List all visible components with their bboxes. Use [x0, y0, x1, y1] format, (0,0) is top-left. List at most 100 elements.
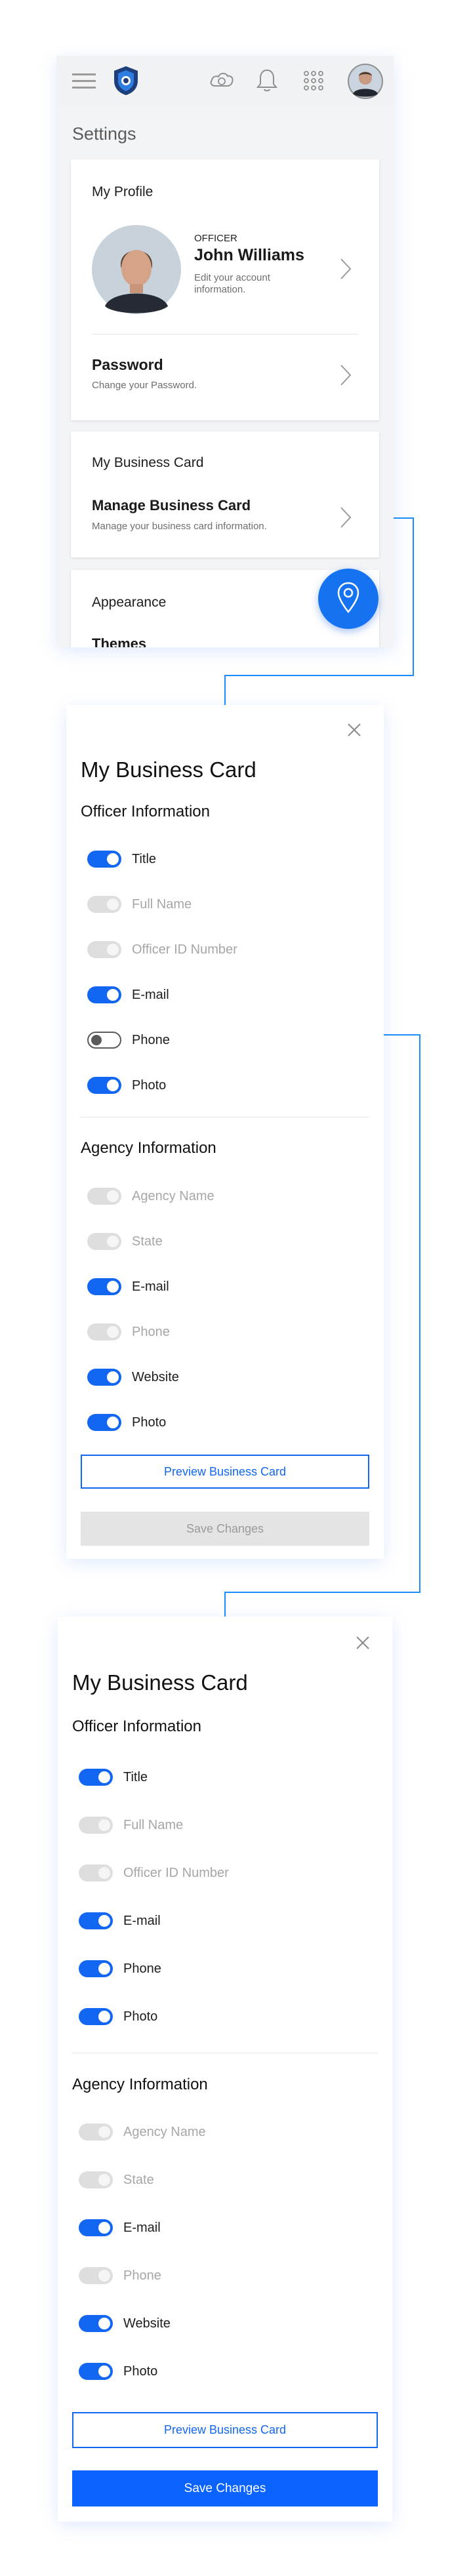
- toggle-row-phone: Phone: [79, 1960, 161, 1977]
- toggle-switch-officer-id-number[interactable]: [87, 941, 121, 958]
- toggle-row-officer-id-number: Officer ID Number: [87, 941, 237, 958]
- business-card-heading: My Business Card: [92, 455, 204, 470]
- toggle-label: E-mail: [123, 1913, 161, 1928]
- toggle-switch-photo[interactable]: [79, 2363, 113, 2380]
- toggle-label: Full Name: [132, 896, 192, 912]
- toggle-switch-e-mail[interactable]: [87, 1278, 121, 1295]
- toggle-switch-phone[interactable]: [87, 1032, 121, 1049]
- business-card-card: My Business Card Manage Business Card Ma…: [71, 432, 379, 557]
- profile-name: John Williams: [194, 246, 304, 264]
- save-changes-button-disabled[interactable]: Save Changes: [81, 1512, 369, 1546]
- toggle-switch-e-mail[interactable]: [79, 1912, 113, 1929]
- location-pin-icon: [337, 582, 359, 613]
- toggle-label: Photo: [123, 2364, 158, 2379]
- chevron-right-icon[interactable]: [340, 506, 352, 529]
- toggle-switch-full-name[interactable]: [79, 1817, 113, 1834]
- profile-card: My Profile OFFICER John Williams Edit yo…: [71, 159, 379, 420]
- toggle-switch-e-mail[interactable]: [79, 2219, 113, 2236]
- toggle-label: State: [132, 1234, 163, 1249]
- manage-business-card-description: Manage your business card information.: [92, 521, 267, 532]
- close-icon[interactable]: [346, 722, 362, 738]
- toggle-row-officer-id-number: Officer ID Number: [79, 1864, 229, 1882]
- toggle-row-e-mail: E-mail: [79, 2219, 161, 2236]
- toggle-row-photo: Photo: [87, 1077, 166, 1094]
- cloud-sync-icon[interactable]: [209, 69, 235, 92]
- toggle-switch-phone[interactable]: [79, 2267, 113, 2284]
- toggle-label: Phone: [132, 1032, 170, 1047]
- toggle-switch-title[interactable]: [87, 851, 121, 868]
- themes-link[interactable]: Themes: [92, 635, 146, 647]
- top-bar: [56, 56, 394, 106]
- toggle-switch-phone[interactable]: [79, 1960, 113, 1977]
- toggle-switch-officer-id-number[interactable]: [79, 1864, 113, 1882]
- toggle-row-phone: Phone: [87, 1032, 170, 1049]
- close-icon[interactable]: [355, 1635, 371, 1651]
- toggle-row-full-name: Full Name: [79, 1817, 183, 1834]
- profile-role: OFFICER: [194, 233, 237, 244]
- toggle-row-agency-name: Agency Name: [79, 2123, 206, 2141]
- toggle-row-full-name: Full Name: [87, 896, 192, 913]
- toggle-label: Phone: [123, 2268, 161, 2283]
- toggle-label: E-mail: [132, 987, 169, 1002]
- toggle-row-e-mail: E-mail: [87, 1278, 169, 1295]
- business-card-panel-before: My Business Card Officer Information Tit…: [66, 705, 384, 1559]
- toggle-row-title: Title: [87, 851, 156, 868]
- business-card-panel-after: My Business Card Officer Information Tit…: [58, 1617, 392, 2522]
- card-title: My Business Card: [81, 757, 256, 782]
- toggle-switch-phone[interactable]: [87, 1323, 121, 1340]
- chevron-right-icon[interactable]: [340, 258, 352, 280]
- menu-icon[interactable]: [72, 72, 96, 89]
- location-fab[interactable]: [318, 569, 378, 629]
- toggle-row-website: Website: [79, 2315, 171, 2332]
- toggle-row-phone: Phone: [79, 2267, 161, 2284]
- toggle-switch-state[interactable]: [79, 2171, 113, 2188]
- apps-grid-icon[interactable]: [303, 70, 324, 91]
- toggle-label: Phone: [123, 1961, 161, 1976]
- toggle-label: Website: [132, 1369, 179, 1384]
- toggle-switch-agency-name[interactable]: [79, 2123, 113, 2141]
- manage-business-card-link[interactable]: Manage Business Card: [92, 497, 251, 514]
- profile-heading: My Profile: [92, 184, 153, 199]
- preview-business-card-button[interactable]: Preview Business Card: [81, 1455, 369, 1489]
- toggle-label: State: [123, 2172, 154, 2187]
- page-title: Settings: [72, 124, 136, 144]
- toggle-label: Officer ID Number: [123, 1865, 229, 1880]
- toggle-switch-agency-name[interactable]: [87, 1188, 121, 1205]
- toggle-label: E-mail: [132, 1279, 169, 1294]
- toggle-label: Photo: [123, 2009, 158, 2024]
- avatar[interactable]: [348, 64, 383, 99]
- officer-section-heading: Officer Information: [81, 803, 210, 820]
- toggle-row-e-mail: E-mail: [79, 1912, 161, 1929]
- bell-icon[interactable]: [256, 68, 278, 94]
- toggle-row-state: State: [79, 2171, 154, 2188]
- password-description: Change your Password.: [92, 380, 197, 391]
- toggle-switch-photo[interactable]: [79, 2008, 113, 2025]
- toggle-row-state: State: [87, 1233, 163, 1250]
- toggle-row-photo: Photo: [79, 2008, 157, 2025]
- password-label[interactable]: Password: [92, 356, 163, 374]
- toggle-label: Full Name: [123, 1817, 184, 1832]
- toggle-switch-full-name[interactable]: [87, 896, 121, 913]
- toggle-switch-website[interactable]: [87, 1369, 121, 1386]
- toggle-row-e-mail: E-mail: [87, 986, 169, 1003]
- chevron-right-icon[interactable]: [340, 364, 352, 386]
- toggle-row-website: Website: [87, 1369, 179, 1386]
- toggle-label: Agency Name: [123, 2124, 206, 2139]
- toggle-switch-e-mail[interactable]: [87, 986, 121, 1003]
- toggle-switch-photo[interactable]: [87, 1414, 121, 1431]
- save-changes-button[interactable]: Save Changes: [72, 2470, 378, 2506]
- profile-photo: [92, 225, 181, 314]
- toggle-label: Title: [132, 851, 157, 866]
- card-title: My Business Card: [72, 1670, 248, 1695]
- toggle-row-title: Title: [79, 1769, 148, 1786]
- profile-description: Edit your account information.: [194, 272, 270, 295]
- toggle-switch-state[interactable]: [87, 1233, 121, 1250]
- toggle-label: E-mail: [123, 2220, 161, 2235]
- toggle-row-photo: Photo: [79, 2363, 157, 2380]
- toggle-switch-title[interactable]: [79, 1769, 113, 1786]
- toggle-switch-photo[interactable]: [87, 1077, 121, 1094]
- preview-business-card-button[interactable]: Preview Business Card: [72, 2412, 378, 2448]
- toggle-label: Title: [123, 1769, 148, 1784]
- toggle-switch-website[interactable]: [79, 2315, 113, 2332]
- agency-section-heading: Agency Information: [72, 2076, 208, 2093]
